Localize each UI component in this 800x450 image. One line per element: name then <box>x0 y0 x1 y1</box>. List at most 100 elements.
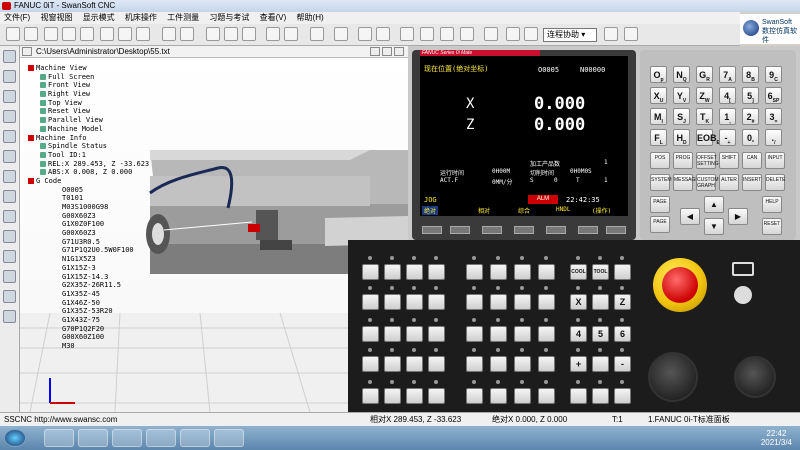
tree-item[interactable]: Top View <box>28 99 178 108</box>
panel-button[interactable] <box>428 326 445 342</box>
panel-button[interactable] <box>614 388 631 404</box>
axis-x-button[interactable]: X <box>570 294 587 310</box>
panel-button[interactable] <box>428 388 445 404</box>
panel-button[interactable] <box>362 356 379 372</box>
panel-button[interactable] <box>362 294 379 310</box>
spindle-override-dial[interactable] <box>734 356 776 398</box>
wireframe-icon[interactable] <box>242 27 256 41</box>
key-switch-icon[interactable] <box>732 262 754 276</box>
mdi-key[interactable]: FL <box>650 129 667 146</box>
coolant-button[interactable]: COOL <box>570 264 587 280</box>
panel-button[interactable] <box>490 294 507 310</box>
mdi-key[interactable]: ./ <box>765 129 782 146</box>
pointer-icon[interactable] <box>3 50 16 63</box>
record-icon[interactable] <box>334 27 348 41</box>
page-down-button[interactable]: PAGE <box>650 216 670 233</box>
softkey-hndl[interactable]: HNDL <box>556 206 570 213</box>
zoom-in-icon[interactable] <box>100 27 114 41</box>
taskbar-cnc-icon[interactable] <box>214 429 244 447</box>
menu-machine[interactable]: 机床操作 <box>121 13 161 22</box>
mdi-key[interactable]: TK <box>696 108 713 125</box>
pdf-icon[interactable] <box>604 27 618 41</box>
page-up-button[interactable]: PAGE <box>650 196 670 213</box>
menu-view[interactable]: 视窗视图 <box>36 13 76 22</box>
function-key[interactable]: POS <box>650 152 670 169</box>
zoom-out-icon[interactable] <box>118 27 132 41</box>
emergency-stop-button[interactable] <box>653 258 707 312</box>
mdi-key[interactable]: YV <box>673 87 690 104</box>
softkey-left-button[interactable] <box>422 226 442 234</box>
view-side-icon[interactable] <box>180 27 194 41</box>
tree-item[interactable]: M30 <box>28 342 178 351</box>
menu-display[interactable]: 显示模式 <box>79 13 119 22</box>
view-iso-icon[interactable] <box>224 27 238 41</box>
panel-button[interactable] <box>514 326 531 342</box>
panel-button[interactable] <box>538 264 555 280</box>
tree-item[interactable]: Right View <box>28 90 178 99</box>
mdi-key[interactable]: Op <box>650 66 667 83</box>
color-icon[interactable] <box>284 27 298 41</box>
softkey-4-button[interactable] <box>546 226 566 234</box>
menu-measure[interactable]: 工件测量 <box>163 13 203 22</box>
panel-button[interactable] <box>514 294 531 310</box>
reset-button[interactable]: RESET <box>762 218 782 235</box>
mdi-key[interactable]: SJ <box>673 108 690 125</box>
tree-item[interactable]: T0101 <box>28 194 178 203</box>
tree-item[interactable]: G71U3R0.5 <box>28 238 178 247</box>
tree-item[interactable]: N1G1X5Z3 <box>28 255 178 264</box>
mdi-key[interactable]: 0* <box>742 129 759 146</box>
page-icon[interactable] <box>3 150 16 163</box>
tree-item[interactable]: Full Screen <box>28 73 178 82</box>
panel-button[interactable] <box>428 294 445 310</box>
mdi-key[interactable]: XU <box>650 87 667 104</box>
taskbar-app2-icon[interactable] <box>146 429 176 447</box>
layer-icon[interactable] <box>3 310 16 323</box>
tree-item[interactable]: Machine Model <box>28 125 178 134</box>
panel-button[interactable] <box>514 356 531 372</box>
tree-item[interactable]: Tool ID:1 <box>28 151 178 160</box>
panel-button[interactable] <box>538 294 555 310</box>
mdi-key[interactable]: MI <box>650 108 667 125</box>
function-key[interactable]: SHIFT <box>719 152 739 169</box>
panel-button[interactable] <box>592 388 609 404</box>
start-button-icon[interactable] <box>4 429 26 447</box>
tree-item[interactable]: G70P1Q2F20 <box>28 325 178 334</box>
tree-item[interactable]: G1X46Z-50 <box>28 299 178 308</box>
jog-4-button[interactable]: 4 <box>570 326 587 342</box>
view-menu-icon[interactable] <box>22 47 32 56</box>
softkey-1-button[interactable] <box>450 226 470 234</box>
panel-button[interactable] <box>538 356 555 372</box>
function-key[interactable]: PROG <box>673 152 693 169</box>
panel-button[interactable] <box>466 294 483 310</box>
mdi-key[interactable]: 9C <box>765 66 782 83</box>
mdi-key[interactable]: 2# <box>742 108 759 125</box>
panel-button[interactable] <box>406 326 423 342</box>
function-key[interactable]: INSERT <box>742 174 762 191</box>
function-key[interactable]: DELETE <box>765 174 785 191</box>
mdi-key[interactable]: 6SP <box>765 87 782 104</box>
tree-item[interactable]: G71P1Q2U0.5W0F100 <box>28 246 178 255</box>
panel-button[interactable] <box>466 326 483 342</box>
panel-button[interactable] <box>570 388 587 404</box>
mdi-key[interactable]: 7A <box>719 66 736 83</box>
maximize-icon[interactable] <box>382 47 392 56</box>
panel-button[interactable] <box>406 294 423 310</box>
close-icon[interactable] <box>394 47 404 56</box>
tree-item[interactable]: G00X60Z3 <box>28 229 178 238</box>
data-icon[interactable] <box>506 27 520 41</box>
window-icon[interactable] <box>440 27 454 41</box>
ball-icon[interactable] <box>3 210 16 223</box>
tree-item[interactable]: Machine View <box>28 64 178 73</box>
jog-minus-button[interactable]: - <box>614 356 631 372</box>
view-front-icon[interactable] <box>162 27 176 41</box>
view-top-icon[interactable] <box>206 27 220 41</box>
camera-icon[interactable] <box>400 27 414 41</box>
panel-button[interactable] <box>384 388 401 404</box>
panel-button[interactable] <box>384 356 401 372</box>
panel-button[interactable] <box>384 264 401 280</box>
tree-item[interactable]: ABS:X 0.008, Z 0.000 <box>28 168 178 177</box>
softkey-right-button[interactable] <box>606 226 626 234</box>
panel-button[interactable] <box>490 264 507 280</box>
softkey-3-button[interactable] <box>514 226 534 234</box>
menu-check[interactable]: 查看(V) <box>256 13 291 22</box>
